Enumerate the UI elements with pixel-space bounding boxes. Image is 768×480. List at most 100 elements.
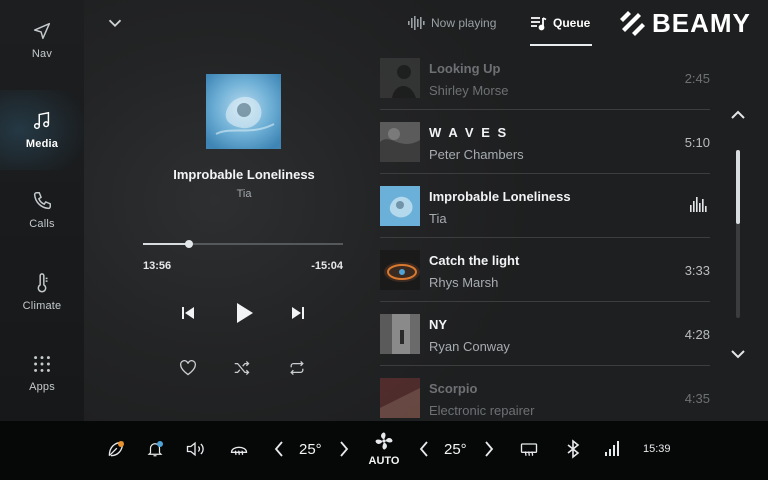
sidebar: Nav Media Calls Climate Apps <box>0 0 84 421</box>
volume-icon <box>186 441 204 457</box>
skip-previous-icon <box>182 307 194 319</box>
queue-item[interactable]: Scorpio Electronic repairer 4:35 <box>380 366 710 421</box>
bluetooth-button[interactable] <box>566 439 580 459</box>
sidebar-item-label: Climate <box>22 300 62 312</box>
chevron-down-icon[interactable] <box>104 12 126 34</box>
shuffle-button[interactable] <box>233 360 251 376</box>
tab-label: Now playing <box>431 16 497 30</box>
queue-item-title: Scorpio <box>429 381 478 396</box>
front-defrost-button[interactable] <box>228 439 250 459</box>
queue-item-duration: 2:45 <box>684 71 710 86</box>
sidebar-item-calls[interactable]: Calls <box>0 170 84 250</box>
scroll-up-button[interactable] <box>729 108 747 122</box>
heart-icon <box>180 360 196 376</box>
temp-right-increase[interactable] <box>482 439 496 459</box>
front-defrost-icon <box>230 446 248 456</box>
progress-fill <box>143 243 189 245</box>
sidebar-item-media[interactable]: Media <box>0 90 84 170</box>
navigation-arrow-icon <box>33 22 51 40</box>
album-cover <box>206 74 281 149</box>
queue-item[interactable]: W A V E S Peter Chambers 5:10 <box>380 110 710 174</box>
signal-bars-icon <box>605 441 619 456</box>
skip-next-icon <box>292 307 304 319</box>
brand-name: BEAMY <box>652 7 751 38</box>
favorite-button[interactable] <box>179 360 197 376</box>
track-thumbnail <box>380 378 420 418</box>
temp-left-increase[interactable] <box>337 439 351 459</box>
queue-item-duration: 4:35 <box>684 391 710 406</box>
next-track-button[interactable] <box>290 305 306 321</box>
chevron-right-icon <box>340 441 349 457</box>
fan-icon <box>375 432 393 450</box>
queue-item[interactable]: Catch the light Rhys Marsh 3:33 <box>380 238 710 302</box>
chevron-left-icon <box>274 441 283 457</box>
temp-right-value: 25° <box>444 441 467 458</box>
bluetooth-icon <box>567 439 580 459</box>
track-thumbnail <box>380 58 420 98</box>
clock: 15:39 <box>643 443 671 455</box>
scrollbar-thumb[interactable] <box>736 150 740 224</box>
queue-item-artist: Ryan Conway <box>429 339 510 354</box>
fan-button[interactable] <box>374 431 394 451</box>
track-thumbnail <box>380 250 420 290</box>
sidebar-item-climate[interactable]: Climate <box>0 252 84 332</box>
progress-bar[interactable] <box>143 240 343 248</box>
chevron-up-icon <box>731 110 745 119</box>
phone-icon <box>33 192 51 210</box>
tab-now-playing[interactable]: Now playing <box>408 12 496 34</box>
queue-list: Looking Up Shirley Morse 2:45 W A V E S … <box>380 46 710 421</box>
previous-track-button[interactable] <box>180 305 196 321</box>
queue-item[interactable]: Looking Up Shirley Morse 2:45 <box>380 46 710 110</box>
shuffle-icon <box>234 360 250 376</box>
logo-mark-icon <box>620 11 645 36</box>
chevron-left-icon <box>419 441 428 457</box>
volume-button[interactable] <box>185 439 205 459</box>
thermometer-icon <box>37 273 48 293</box>
queue-item[interactable]: NY Ryan Conway 4:28 <box>380 302 710 366</box>
repeat-icon <box>290 360 304 376</box>
progress-knob[interactable] <box>185 240 193 248</box>
brand-logo: BEAMY <box>618 8 751 38</box>
queue-item-title: Looking Up <box>429 61 501 76</box>
temp-left-decrease[interactable] <box>272 439 286 459</box>
temp-left-value: 25° <box>299 441 322 458</box>
track-thumbnail <box>380 314 420 354</box>
rear-defrost-icon <box>520 443 538 456</box>
queue-list-icon <box>531 17 547 31</box>
sidebar-item-apps[interactable]: Apps <box>0 333 84 413</box>
tab-label: Queue <box>553 16 591 30</box>
queue-item-duration: 5:10 <box>684 135 710 150</box>
queue-item-title: Improbable Loneliness <box>429 189 571 204</box>
queue-item-artist: Shirley Morse <box>429 83 509 98</box>
queue-item-artist: Rhys Marsh <box>429 275 499 290</box>
sidebar-item-label: Nav <box>31 48 53 60</box>
queue-item-duration: 3:33 <box>684 263 710 278</box>
queue-item-duration: 4:28 <box>684 327 710 342</box>
chevron-right-icon <box>485 441 494 457</box>
tab-queue[interactable]: Queue <box>530 12 590 34</box>
grid-icon <box>34 356 50 372</box>
sidebar-item-nav[interactable]: Nav <box>0 0 84 80</box>
track-title: Improbable Loneliness <box>173 167 315 182</box>
notification-dot <box>157 441 163 447</box>
sidebar-item-label: Calls <box>29 218 55 230</box>
queue-item-title: W A V E S <box>429 125 509 140</box>
time-remaining: -15:04 <box>311 260 343 272</box>
chevron-down-icon <box>731 350 745 359</box>
scrollbar[interactable] <box>736 150 740 318</box>
queue-item-now-playing[interactable]: Improbable Loneliness Tia <box>380 174 710 238</box>
track-artist: Tia <box>236 188 252 200</box>
bottom-bar: 25° 25° 15:39 <box>0 421 768 480</box>
rear-defrost-button[interactable] <box>517 439 541 459</box>
play-button[interactable] <box>234 302 254 324</box>
repeat-button[interactable] <box>288 360 306 376</box>
main-panel: Now playing Queue BEAMY Improbable Lonel… <box>84 0 768 421</box>
time-elapsed: 13:56 <box>143 260 172 272</box>
waveform-icon <box>408 16 425 30</box>
music-note-icon <box>33 111 50 130</box>
scroll-down-button[interactable] <box>729 347 747 361</box>
track-thumbnail <box>380 186 420 226</box>
queue-item-title: NY <box>429 317 448 332</box>
temp-right-decrease[interactable] <box>417 439 431 459</box>
queue-item-title: Catch the light <box>429 253 520 268</box>
